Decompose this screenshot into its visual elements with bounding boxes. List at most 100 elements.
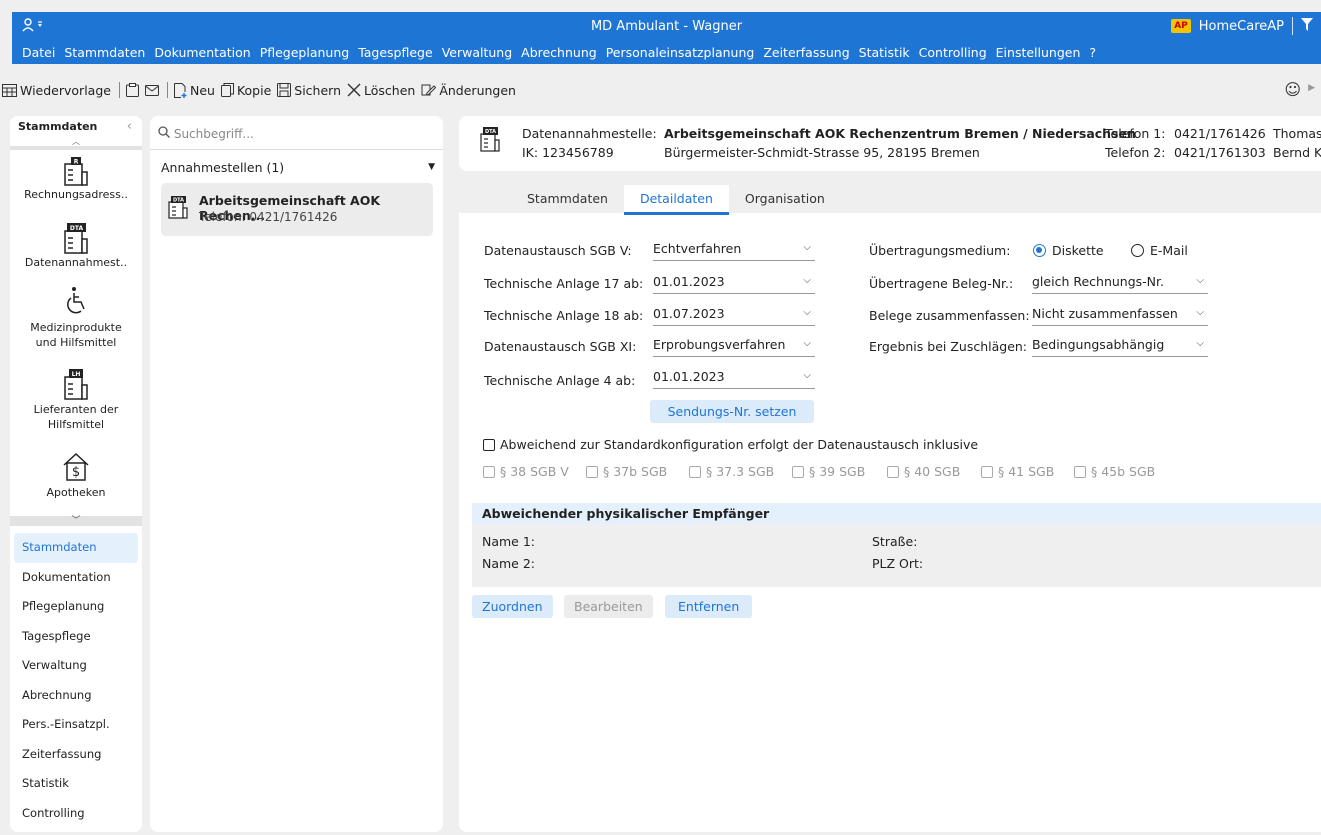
select-beleg-nr[interactable]: gleich Rechnungs-Nr. ⌵ — [1032, 272, 1208, 294]
phone2-value: 0421/1761303 — [1174, 145, 1266, 160]
nav-datenannahmestellen[interactable]: DTA Datenannahmest.. — [10, 222, 142, 269]
menu-einstellungen[interactable]: Einstellungen — [996, 45, 1081, 60]
zuordnen-button[interactable]: Zuordnen — [472, 595, 553, 618]
radio-email[interactable]: E-Mail — [1131, 243, 1188, 258]
menu-zeiterfassung[interactable]: Zeiterfassung — [763, 45, 849, 60]
sendungs-nr-button[interactable]: Sendungs-Nr. setzen — [650, 400, 814, 423]
toolbar: Wiedervorlage Neu Kopie Sichern Löschen … — [0, 76, 1321, 104]
nav-lieferanten[interactable]: LH Lieferanten der Hilfsmittel — [10, 368, 142, 432]
menu-dokumentation[interactable]: Dokumentation — [154, 45, 250, 60]
group-collapse-icon[interactable]: ▼ — [428, 162, 435, 172]
search-icon — [158, 126, 174, 141]
checkbox-icon — [586, 465, 598, 478]
checkbox-icon — [483, 438, 495, 451]
group-header[interactable]: Annahmestellen (1) — [161, 160, 284, 175]
menu-personaleinsatzplanung[interactable]: Personaleinsatzplanung — [606, 45, 755, 60]
mail-icon[interactable] — [144, 84, 159, 96]
checkbox-sgb-40[interactable]: § 40 SGB — [887, 464, 960, 479]
new-button[interactable]: Neu — [173, 82, 215, 98]
menu-controlling[interactable]: Controlling — [919, 45, 987, 60]
list-item[interactable]: DTA Arbeitsgemeinschaft AOK Rechen... Te… — [161, 183, 433, 236]
changes-label: Änderungen — [439, 82, 516, 98]
select-datenaustausch-sgb-v[interactable]: Echtverfahren ⌵ — [653, 239, 815, 261]
feedback-smiley-icon[interactable]: ☺ — [1284, 80, 1301, 99]
label-uebertragungsmedium: Übertragungsmedium: — [869, 243, 1011, 258]
wiedervorlage-label: Wiedervorlage — [20, 82, 111, 98]
select-anlage-17[interactable]: 01.01.2023 ⌵ — [653, 272, 815, 294]
tab-organisation[interactable]: Organisation — [729, 185, 841, 215]
module-controlling[interactable]: Controlling — [10, 799, 142, 829]
checkbox-sgb-41[interactable]: § 41 SGB — [981, 464, 1054, 479]
scroll-down-icon[interactable]: ﹀ — [10, 516, 142, 526]
checkbox-icon — [887, 465, 899, 478]
menu-tagespflege[interactable]: Tagespflege — [358, 45, 433, 60]
label-datenaustausch-sgb-v: Datenaustausch SGB V: — [484, 243, 632, 258]
scroll-up-icon[interactable]: ︿ — [10, 136, 142, 147]
menu-abrechnung[interactable]: Abrechnung — [521, 45, 597, 60]
new-label: Neu — [189, 82, 215, 98]
bearbeiten-button[interactable]: Bearbeiten — [564, 595, 653, 618]
copy-button[interactable]: Kopie — [220, 82, 272, 98]
chevron-down-icon: ⌵ — [803, 242, 811, 253]
tab-bar: Stammdaten Detaildaten Organisation — [511, 185, 841, 215]
module-tagespflege[interactable]: Tagespflege — [10, 622, 142, 652]
menu-statistik[interactable]: Statistik — [859, 45, 910, 60]
select-value: Nicht zusammenfassen — [1032, 306, 1178, 321]
tab-stammdaten[interactable]: Stammdaten — [511, 185, 624, 215]
module-pers-einsatzpl[interactable]: Pers.-Einsatzpl. — [10, 710, 142, 740]
module-pflegeplanung[interactable]: Pflegeplanung — [10, 592, 142, 622]
abweichend-label: Abweichend zur Standardkonfiguration erf… — [500, 437, 979, 452]
select-anlage-18[interactable]: 01.07.2023 ⌵ — [653, 304, 815, 326]
checkbox-sgb-39[interactable]: § 39 SGB — [792, 464, 865, 479]
tab-detaildaten[interactable]: Detaildaten — [623, 185, 729, 215]
abweichend-checkbox[interactable]: Abweichend zur Standardkonfiguration erf… — [483, 437, 978, 452]
delete-button[interactable]: Löschen — [347, 83, 415, 98]
label-belege-zusammenfassen: Belege zusammenfassen: — [869, 308, 1030, 323]
search-input[interactable]: Suchbegriff... — [158, 126, 254, 141]
select-value: Echtverfahren — [653, 241, 742, 256]
checkbox-label: § 37.3 SGB — [706, 464, 775, 479]
section-header: Abweichender physikalischer Empfänger — [472, 503, 1321, 524]
module-statistik[interactable]: Statistik — [10, 769, 142, 799]
entfernen-button[interactable]: Entfernen — [665, 595, 753, 618]
select-ergebnis-zuschlaege[interactable]: Bedingungsabhängig ⌵ — [1032, 335, 1208, 357]
checkbox-sgb-37-3[interactable]: § 37.3 SGB — [689, 464, 774, 479]
edit-history-icon — [421, 84, 437, 96]
name1-label: Name 1: — [482, 534, 536, 549]
select-anlage-4[interactable]: 01.01.2023 ⌵ — [653, 367, 815, 389]
checkbox-sgb-37b[interactable]: § 37b SGB — [586, 464, 667, 479]
clipboard-icon[interactable] — [125, 83, 139, 97]
checkbox-sgb-45b[interactable]: § 45b SGB — [1074, 464, 1155, 479]
select-value: 01.01.2023 — [653, 369, 725, 384]
module-verwaltung[interactable]: Verwaltung — [10, 651, 142, 681]
brand-name[interactable]: HomeCareAP — [1199, 19, 1284, 34]
module-zeiterfassung[interactable]: Zeiterfassung — [10, 740, 142, 770]
nav-medizinprodukte[interactable]: Medizinprodukte und Hilfsmittel — [10, 286, 142, 350]
menu-stammdaten[interactable]: Stammdaten — [64, 45, 145, 60]
module-dokumentation[interactable]: Dokumentation — [10, 563, 142, 593]
select-belege-zusammenfassen[interactable]: Nicht zusammenfassen ⌵ — [1032, 304, 1208, 326]
menu-pflegeplanung[interactable]: Pflegeplanung — [260, 45, 350, 60]
module-abrechnung[interactable]: Abrechnung — [10, 681, 142, 711]
radio-diskette[interactable]: Diskette — [1033, 243, 1104, 258]
chevron-down-icon: ⌵ — [803, 275, 811, 286]
wiedervorlage-button[interactable]: Wiedervorlage — [2, 83, 111, 98]
save-button[interactable]: Sichern — [277, 83, 341, 98]
svg-text:DTA: DTA — [70, 225, 84, 232]
stelle-label: Datenannahmestelle: — [522, 126, 657, 141]
filter-icon[interactable] — [1301, 17, 1313, 35]
nav-apotheken[interactable]: $ Apotheken — [10, 452, 142, 499]
menu-help[interactable]: ? — [1089, 45, 1096, 60]
module-stammdaten[interactable]: Stammdaten — [14, 533, 138, 563]
changes-button[interactable]: Änderungen — [421, 83, 516, 98]
menu-verwaltung[interactable]: Verwaltung — [442, 45, 512, 60]
nav-rechnungsadressen[interactable]: R Rechnungsadress.. — [10, 156, 142, 201]
radio-selected-icon — [1033, 244, 1046, 257]
chevron-right-icon[interactable]: ▶ — [1308, 83, 1315, 93]
new-document-icon — [173, 82, 187, 98]
copy-label: Kopie — [236, 82, 272, 98]
checkbox-sgb-38[interactable]: § 38 SGB V — [483, 464, 569, 479]
collapse-chevron-icon[interactable]: ‹ — [127, 119, 132, 134]
menu-datei[interactable]: Datei — [22, 45, 55, 60]
select-datenaustausch-sgb-xi[interactable]: Erprobungsverfahren ⌵ — [653, 335, 815, 357]
